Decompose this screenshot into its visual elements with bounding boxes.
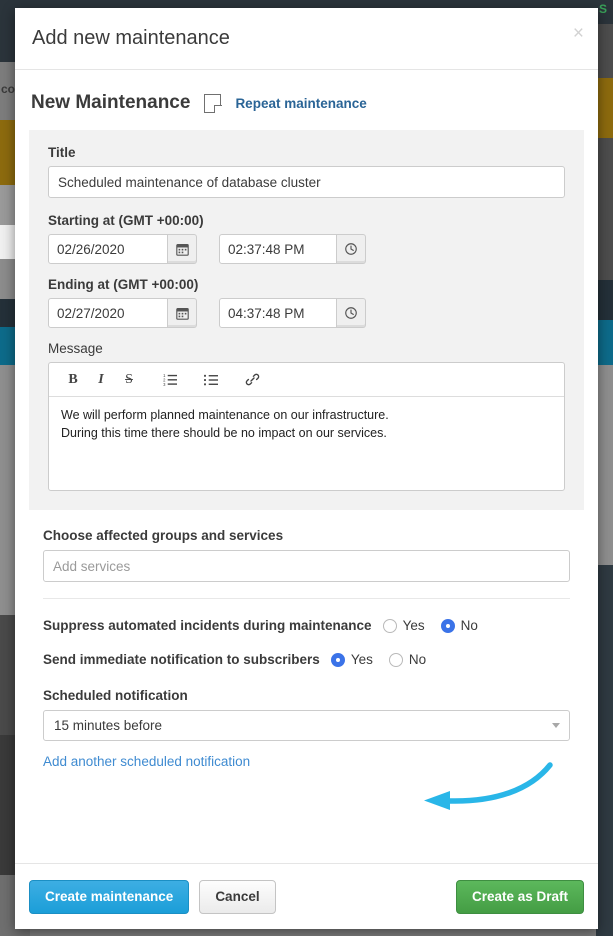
background-right-teal bbox=[596, 320, 613, 365]
dialog-body: New Maintenance Repeat maintenance Title… bbox=[15, 70, 598, 863]
close-icon[interactable]: × bbox=[573, 24, 584, 43]
dialog-footer: Create maintenance Cancel Create as Draf… bbox=[15, 863, 598, 929]
section-header: New Maintenance Repeat maintenance bbox=[31, 92, 584, 114]
italic-icon[interactable]: I bbox=[87, 366, 115, 394]
suppress-yes-radio[interactable] bbox=[382, 618, 397, 633]
ordered-list-icon[interactable]: 1 2 3 bbox=[156, 366, 184, 394]
end-date-input[interactable] bbox=[48, 298, 168, 328]
background-right-gray bbox=[596, 365, 613, 565]
dialog-header: Add new maintenance × bbox=[15, 8, 598, 70]
suppress-no-label[interactable]: No bbox=[461, 618, 478, 633]
notify-yes-radio[interactable] bbox=[330, 652, 345, 667]
link-icon[interactable] bbox=[238, 366, 266, 394]
background-letter-left: co bbox=[1, 82, 16, 96]
scheduled-notification-select-wrap: 15 minutes before bbox=[43, 710, 570, 741]
message-line-1: We will perform planned maintenance on o… bbox=[61, 408, 389, 422]
suppress-incidents-label: Suppress automated incidents during main… bbox=[43, 618, 372, 633]
editor-toolbar: B I S 1 2 3 bbox=[49, 363, 564, 397]
repeat-maintenance-link[interactable]: Repeat maintenance bbox=[235, 96, 366, 111]
notify-no-label[interactable]: No bbox=[409, 652, 426, 667]
page-corner-icon[interactable] bbox=[204, 93, 222, 113]
suppress-yes-label[interactable]: Yes bbox=[403, 618, 425, 633]
scheduled-notification-value: 15 minutes before bbox=[54, 718, 163, 733]
services-block: Choose affected groups and services Supp… bbox=[29, 528, 584, 771]
suppress-incidents-row: Suppress automated incidents during main… bbox=[43, 618, 570, 633]
scheduled-notification-select[interactable]: 15 minutes before bbox=[43, 710, 570, 741]
create-maintenance-button[interactable]: Create maintenance bbox=[29, 879, 190, 914]
ending-at-label: Ending at (GMT +00:00) bbox=[48, 277, 199, 292]
add-services-input[interactable] bbox=[43, 550, 570, 582]
dialog-title: Add new maintenance bbox=[32, 27, 230, 49]
services-label: Choose affected groups and services bbox=[43, 528, 284, 543]
divider bbox=[43, 598, 570, 599]
strikethrough-icon[interactable]: S bbox=[115, 366, 143, 394]
scheduled-notification-label: Scheduled notification bbox=[43, 688, 188, 703]
add-maintenance-dialog: Add new maintenance × New Maintenance Re… bbox=[15, 8, 598, 929]
clock-icon[interactable] bbox=[337, 234, 366, 264]
calendar-icon[interactable] bbox=[168, 298, 197, 328]
notify-yes-label[interactable]: Yes bbox=[351, 652, 373, 667]
start-time-input[interactable] bbox=[219, 234, 337, 264]
clock-icon[interactable] bbox=[337, 298, 366, 328]
starting-at-row bbox=[48, 234, 565, 264]
notify-no-radio[interactable] bbox=[388, 652, 403, 667]
message-body[interactable]: We will perform planned maintenance on o… bbox=[49, 397, 564, 490]
suppress-no-radio[interactable] bbox=[440, 618, 455, 633]
message-label: Message bbox=[48, 341, 103, 356]
background-letter-right: S bbox=[599, 2, 608, 16]
background-gold-band-right bbox=[596, 78, 613, 138]
starting-at-label: Starting at (GMT +00:00) bbox=[48, 213, 204, 228]
section-heading: New Maintenance bbox=[31, 92, 191, 113]
chevron-down-icon[interactable] bbox=[552, 723, 560, 728]
start-date-input[interactable] bbox=[48, 234, 168, 264]
message-line-2: During this time there should be no impa… bbox=[61, 426, 387, 441]
svg-text:3: 3 bbox=[163, 382, 166, 386]
send-notification-label: Send immediate notification to subscribe… bbox=[43, 652, 320, 667]
background-right-dark-1 bbox=[596, 280, 613, 320]
create-as-draft-button[interactable]: Create as Draft bbox=[455, 879, 584, 914]
message-editor: B I S 1 2 3 We will perform planned main… bbox=[48, 362, 565, 491]
ending-at-row bbox=[48, 298, 565, 328]
title-label: Title bbox=[48, 145, 76, 160]
end-time-input[interactable] bbox=[219, 298, 337, 328]
title-input[interactable] bbox=[48, 166, 565, 198]
bold-icon[interactable]: B bbox=[59, 366, 87, 394]
maintenance-details-panel: Title Starting at (GMT +00:00) bbox=[29, 130, 584, 510]
unordered-list-icon[interactable] bbox=[197, 366, 225, 394]
add-another-notification-link[interactable]: Add another scheduled notification bbox=[43, 754, 250, 769]
send-notification-row: Send immediate notification to subscribe… bbox=[43, 652, 570, 667]
calendar-icon[interactable] bbox=[168, 234, 197, 264]
cancel-button[interactable]: Cancel bbox=[199, 879, 276, 914]
background-right-dark-2 bbox=[596, 565, 613, 936]
